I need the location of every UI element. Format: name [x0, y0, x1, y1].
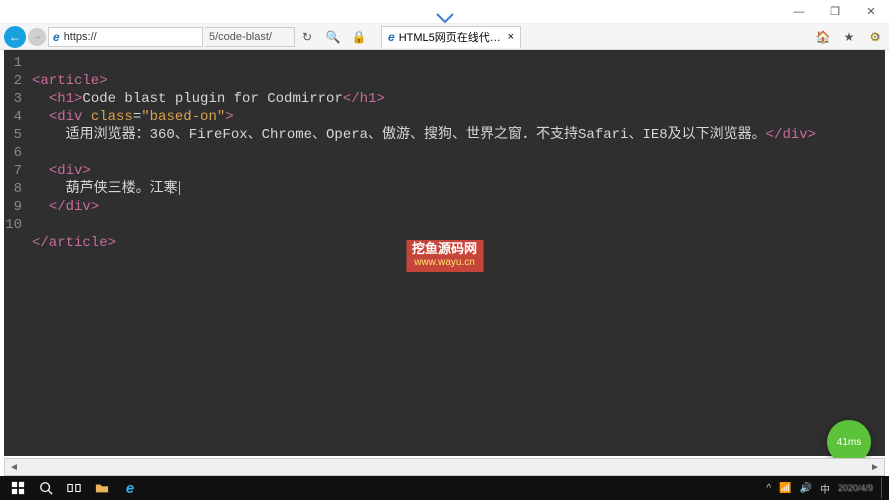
line-number: 6 [4, 144, 22, 162]
line-number: 4 [4, 108, 22, 126]
browser-tab[interactable]: e HTML5网页在线代码编辑... × [381, 26, 521, 48]
window-titlebar: — ❐ ✕ [0, 0, 889, 24]
tag: </div> [766, 127, 816, 143]
start-button[interactable] [4, 476, 32, 500]
show-desktop[interactable] [881, 478, 885, 498]
line-number: 3 [4, 90, 22, 108]
minimize-button[interactable]: — [781, 0, 817, 24]
url-scheme: https:// [64, 31, 97, 43]
ie-icon: e [53, 30, 60, 44]
tag: <div [49, 109, 91, 125]
ie-taskbar-icon[interactable]: e [116, 476, 144, 500]
smile-icon[interactable]: ☺ [869, 28, 883, 44]
ime-icon[interactable]: 中 [820, 481, 830, 496]
volume-icon[interactable]: 🔊 [800, 483, 812, 494]
tab-title: HTML5网页在线代码编辑... [399, 29, 504, 45]
line-number: 2 [4, 72, 22, 90]
line-number: 7 [4, 162, 22, 180]
line-number: 10 [4, 216, 22, 234]
favorites-icon[interactable]: ★ [839, 30, 859, 44]
system-tray[interactable]: ^ 📶 🔊 中 2020/4/9 [766, 478, 885, 498]
search-icon[interactable]: 🔍 [323, 30, 343, 44]
taskbar[interactable]: e ^ 📶 🔊 中 2020/4/9 [0, 476, 889, 500]
forward-button[interactable]: → [28, 28, 46, 46]
line-number: 9 [4, 198, 22, 216]
attr-val: "based-on" [141, 109, 225, 125]
maximize-button[interactable]: ❐ [817, 0, 853, 24]
tag: <h1> [49, 91, 83, 107]
tag: <div> [49, 163, 91, 179]
scroll-right-icon[interactable]: ► [866, 462, 884, 473]
watermark: 挖鱼源码网 www.wayu.cn [406, 240, 483, 272]
browser-toolbar: ← → e https:// 5/code-blast/ ↻ 🔍 🔒 e HTM… [0, 24, 889, 50]
address-bar[interactable]: e https:// [48, 27, 203, 47]
lock-icon: 🔒 [349, 30, 369, 44]
url-path[interactable]: 5/code-blast/ [205, 27, 295, 47]
text-cursor [179, 181, 180, 195]
tag: </div> [49, 199, 99, 215]
watermark-url: www.wayu.cn [412, 256, 477, 270]
tag: </article> [32, 235, 116, 251]
horizontal-scrollbar[interactable]: ◄ ► [4, 458, 885, 476]
text: = [133, 109, 141, 125]
text: Code blast plugin for Codmirror [82, 91, 342, 107]
line-number: 1 [4, 54, 22, 72]
task-view-icon[interactable] [60, 476, 88, 500]
back-button[interactable]: ← [4, 26, 26, 48]
network-icon[interactable]: 📶 [779, 483, 791, 494]
close-button[interactable]: ✕ [853, 0, 889, 24]
tag: > [225, 109, 233, 125]
text: 葫芦侠三楼。江寒 [32, 181, 178, 197]
scroll-left-icon[interactable]: ◄ [5, 462, 23, 473]
secondary-cursor [170, 180, 171, 194]
search-taskbar-icon[interactable] [32, 476, 60, 500]
explorer-icon[interactable] [88, 476, 116, 500]
home-icon[interactable]: 🏠 [813, 30, 833, 44]
tray-up-icon[interactable]: ^ [766, 483, 771, 494]
tray-date[interactable]: 2020/4/9 [838, 483, 873, 493]
tag: </h1> [343, 91, 385, 107]
line-number: 5 [4, 126, 22, 144]
attr: class [91, 109, 133, 125]
line-number: 8 [4, 180, 22, 198]
refresh-icon[interactable]: ↻ [297, 30, 317, 44]
text: 适用浏览器：360、FireFox、Chrome、Opera、傲游、搜狗、世界之… [32, 127, 766, 143]
watermark-title: 挖鱼源码网 [412, 242, 477, 256]
line-gutter: 1 2 3 4 5 6 7 8 9 10 [4, 50, 26, 456]
tag: <article> [32, 73, 108, 89]
tab-close-icon[interactable]: × [508, 31, 514, 43]
tab-favicon: e [388, 30, 395, 44]
